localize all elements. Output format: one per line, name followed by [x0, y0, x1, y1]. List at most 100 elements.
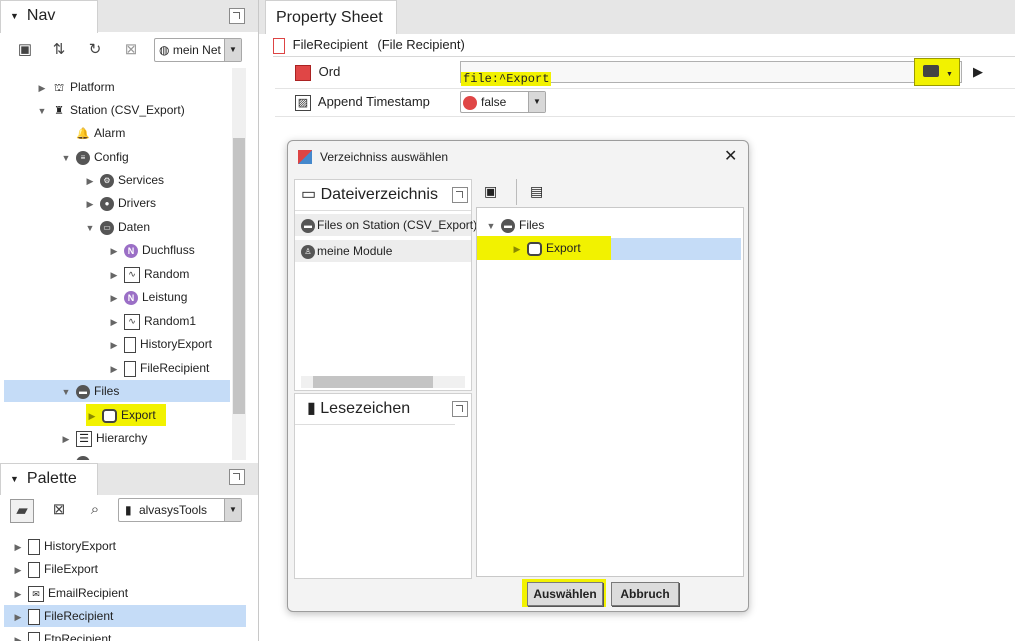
- station-icon: ♜: [54, 104, 64, 117]
- palette-item-label: FileRecipient: [44, 609, 114, 623]
- save-icon[interactable]: ▤: [530, 183, 543, 200]
- open-folder-icon[interactable]: ▰: [10, 499, 34, 523]
- palette-item-label: HistoryExport: [44, 539, 117, 553]
- collapse-icon[interactable]: ▼: [84, 217, 96, 239]
- palette-title[interactable]: ▼ Palette: [4, 463, 77, 495]
- drivers-icon: ●: [100, 196, 114, 211]
- tree-row-platform[interactable]: ▶ ⛫ Platform: [36, 76, 115, 98]
- tree-row-alarm[interactable]: 🔔 Alarm: [60, 122, 125, 144]
- tree-row-config[interactable]: ▼ ≡ Config: [60, 146, 129, 168]
- select-button[interactable]: Auswählen: [527, 582, 603, 606]
- source-item-station-files[interactable]: ▬ Files on Station (CSV_Export): [295, 214, 477, 236]
- collapse-icon[interactable]: ▼: [36, 100, 48, 122]
- find-icon[interactable]: ⌕: [84, 499, 106, 521]
- folder-picker-button[interactable]: ▼: [914, 58, 960, 86]
- tree-row-historyexport[interactable]: ▶ HistoryExport: [108, 333, 212, 355]
- tree-label: Station (CSV_Export): [70, 103, 185, 117]
- expand-icon[interactable]: ▶: [108, 311, 120, 333]
- expand-icon[interactable]: ▶: [108, 264, 120, 286]
- refresh-icon[interactable]: ↻: [84, 39, 106, 61]
- nav-title[interactable]: ▼ Nav: [4, 0, 55, 32]
- palette-item[interactable]: ▶ ✉ EmailRecipient: [12, 582, 128, 604]
- source-item-label: Files on Station (CSV_Export): [317, 218, 478, 232]
- folder-tree-row-export[interactable]: ▶ Export: [477, 236, 611, 260]
- maximize-icon[interactable]: [229, 8, 245, 24]
- chevron-down-icon: ▼: [946, 71, 953, 78]
- maximize-icon[interactable]: [452, 401, 468, 417]
- tree-row-export[interactable]: ▶ Export: [86, 404, 166, 426]
- expand-icon[interactable]: ▶: [108, 334, 120, 356]
- collapse-icon[interactable]: ▼: [485, 215, 497, 237]
- palette-item-selected[interactable]: ▶ FileRecipient: [4, 605, 246, 627]
- expand-icon[interactable]: ▶: [511, 237, 523, 261]
- source-item-modules[interactable]: ♙ meine Module: [295, 240, 471, 262]
- nav-scrollbar[interactable]: [232, 68, 246, 460]
- module-select[interactable]: ▮ alvasysTools ▼: [118, 498, 242, 522]
- files-icon: ▬: [501, 218, 515, 233]
- palette-item[interactable]: ▶ FtpRecipient: [12, 628, 111, 641]
- tree-label: Hierarchy: [96, 431, 148, 445]
- bookmarks-panel: ▮ Lesezeichen: [294, 393, 472, 579]
- tree-row-files[interactable]: ▼ ▬ Files: [4, 380, 230, 402]
- expand-icon[interactable]: ▶: [12, 559, 24, 581]
- tree-row-duchfluss[interactable]: ▶ N Duchfluss: [108, 239, 195, 261]
- expand-icon[interactable]: ▶: [108, 358, 120, 380]
- cancel-button[interactable]: Abbruch: [611, 582, 679, 606]
- folder-tree-label: Files: [519, 218, 545, 232]
- expand-icon[interactable]: ▶: [84, 170, 96, 192]
- collapse-caret-icon[interactable]: ▼: [10, 11, 19, 21]
- tree-row-station[interactable]: ▼ ♜ Station (CSV_Export): [36, 99, 185, 121]
- close-icon[interactable]: ✕: [724, 141, 737, 173]
- export-doc-icon: [28, 561, 40, 578]
- close-icon[interactable]: ⊠: [48, 499, 70, 521]
- play-icon[interactable]: ▶: [973, 56, 983, 88]
- expand-icon[interactable]: ▶: [108, 240, 120, 262]
- tree-row-drivers[interactable]: ▶ ● Drivers: [84, 192, 156, 214]
- tree-row-hierarchy[interactable]: ▶ ☰ Hierarchy: [60, 427, 147, 449]
- expand-icon[interactable]: ▶: [12, 536, 24, 558]
- tree-row-daten[interactable]: ▼ ▭ Daten: [84, 216, 150, 238]
- source-panel-header[interactable]: ▭ Dateiverzeichnis: [295, 180, 471, 211]
- expand-icon[interactable]: ▶: [84, 193, 96, 215]
- expand-icon[interactable]: ▶: [12, 629, 24, 641]
- expand-icon[interactable]: ▶: [108, 287, 120, 309]
- append-timestamp-select[interactable]: false ▼: [460, 91, 546, 113]
- expand-icon[interactable]: ▶: [12, 606, 24, 628]
- close-icon[interactable]: ⊠: [120, 39, 142, 61]
- tree-row-filerecipient[interactable]: ▶ FileRecipient: [108, 357, 209, 379]
- scrollbar-thumb[interactable]: [313, 376, 433, 388]
- tree-row[interactable]: ▶: [60, 451, 94, 460]
- tree-row-random1[interactable]: ▶ ∿ Random1: [108, 310, 196, 332]
- bookmarks-header[interactable]: ▮ Lesezeichen: [295, 394, 455, 425]
- tab-property-sheet[interactable]: Property Sheet: [265, 0, 397, 34]
- folder-tree-panel: ▼ ▬ Files ▶ Export: [476, 207, 744, 577]
- collapse-icon[interactable]: ▼: [60, 381, 72, 403]
- tree-row[interactable]: [8, 68, 20, 75]
- expand-icon[interactable]: ▶: [86, 405, 98, 427]
- collapse-icon[interactable]: ▼: [60, 147, 72, 169]
- scrollbar-thumb[interactable]: [233, 138, 245, 414]
- folder-db-icon: ▭: [100, 220, 114, 235]
- maximize-icon[interactable]: [452, 187, 468, 203]
- palette-item[interactable]: ▶ FileExport: [12, 558, 98, 580]
- expand-icon[interactable]: ▶: [12, 583, 24, 605]
- tree-row-services[interactable]: ▶ ⚙ Services: [84, 169, 164, 191]
- tree-row-leistung[interactable]: ▶ N Leistung: [108, 286, 187, 308]
- folder-tree-row-files[interactable]: ▼ ▬ Files: [485, 214, 544, 236]
- maximize-icon[interactable]: [229, 469, 245, 485]
- sync-arrows-icon[interactable]: ⇅: [48, 39, 70, 61]
- new-folder-icon[interactable]: ▣: [14, 39, 36, 61]
- dialog-titlebar[interactable]: Verzeichniss auswählen ✕: [288, 141, 748, 173]
- expand-icon[interactable]: ▶: [60, 428, 72, 450]
- open-folder-icon: [923, 65, 939, 77]
- nav-tree: ▶ ⛫ Platform ▼ ♜ Station (CSV_Export) 🔔 Alarm…: [0, 68, 232, 460]
- ord-field[interactable]: file:^Export: [460, 61, 962, 86]
- palette-toolbar: ▰ ⊠ ⌕ ▮ alvasysTools ▼: [0, 495, 258, 529]
- network-select[interactable]: ◍ mein Net ▼: [154, 38, 242, 62]
- new-folder-icon[interactable]: ▣: [484, 183, 497, 200]
- expand-icon[interactable]: ▶: [36, 77, 48, 99]
- palette-item[interactable]: ▶ HistoryExport: [12, 535, 116, 557]
- collapse-caret-icon[interactable]: ▼: [10, 474, 19, 484]
- source-hscrollbar[interactable]: [301, 376, 465, 388]
- tree-row-random[interactable]: ▶ ∿ Random: [108, 263, 189, 285]
